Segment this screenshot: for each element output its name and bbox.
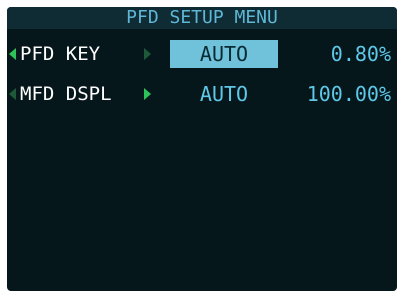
row-mfd-dspl[interactable]: MFD DSPL AUTO 100.00% <box>7 77 397 111</box>
mfd-dspl-value: 100.00% <box>306 82 391 106</box>
mfd-dspl-mode-field[interactable]: AUTO <box>170 80 278 108</box>
triangle-right-icon[interactable] <box>144 88 151 100</box>
pfd-key-value: 0.80% <box>330 42 391 66</box>
pfd-key-mode-field[interactable]: AUTO <box>170 40 278 68</box>
row-pfd-key[interactable]: PFD KEY AUTO 0.80% <box>7 37 397 71</box>
triangle-left-icon[interactable] <box>9 88 16 100</box>
triangle-right-icon[interactable] <box>144 48 151 60</box>
pfd-key-label: PFD KEY <box>20 43 101 65</box>
triangle-left-icon[interactable] <box>9 48 16 60</box>
mfd-dspl-label: MFD DSPL <box>20 83 112 105</box>
menu-title: PFD SETUP MENU <box>7 7 397 29</box>
pfd-setup-screen: PFD SETUP MENU PFD KEY AUTO 0.80% MFD DS… <box>7 7 397 291</box>
